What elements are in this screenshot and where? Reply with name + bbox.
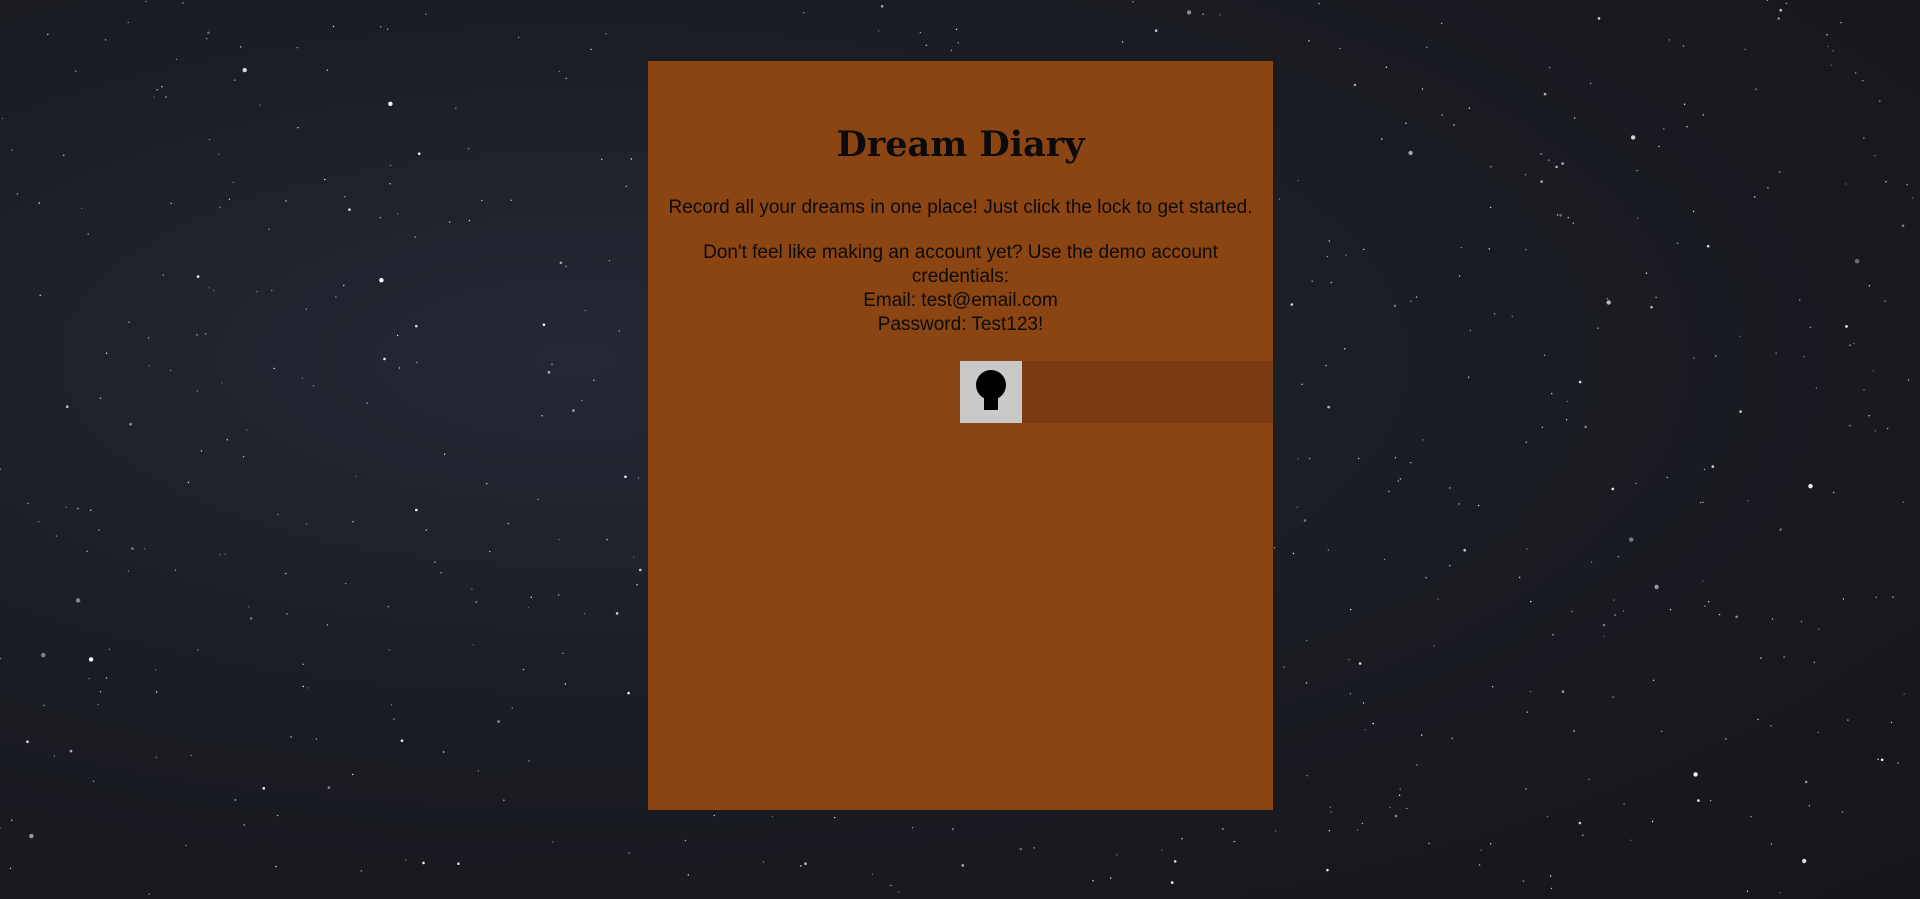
page-title: Dream Diary: [836, 124, 1085, 165]
demo-credentials: Don't feel like making an account yet? U…: [678, 241, 1243, 337]
demo-password: Password: Test123!: [877, 314, 1044, 335]
intro-text: Record all your dreams in one place! Jus…: [668, 197, 1253, 218]
demo-email: Email: test@email.com: [863, 290, 1058, 311]
keyhole-icon: [960, 361, 1022, 423]
demo-credentials-label: Don't feel like making an account yet? U…: [703, 242, 1218, 287]
diary-cover: Dream Diary Record all your dreams in on…: [648, 61, 1273, 810]
lock-button[interactable]: [960, 361, 1022, 423]
